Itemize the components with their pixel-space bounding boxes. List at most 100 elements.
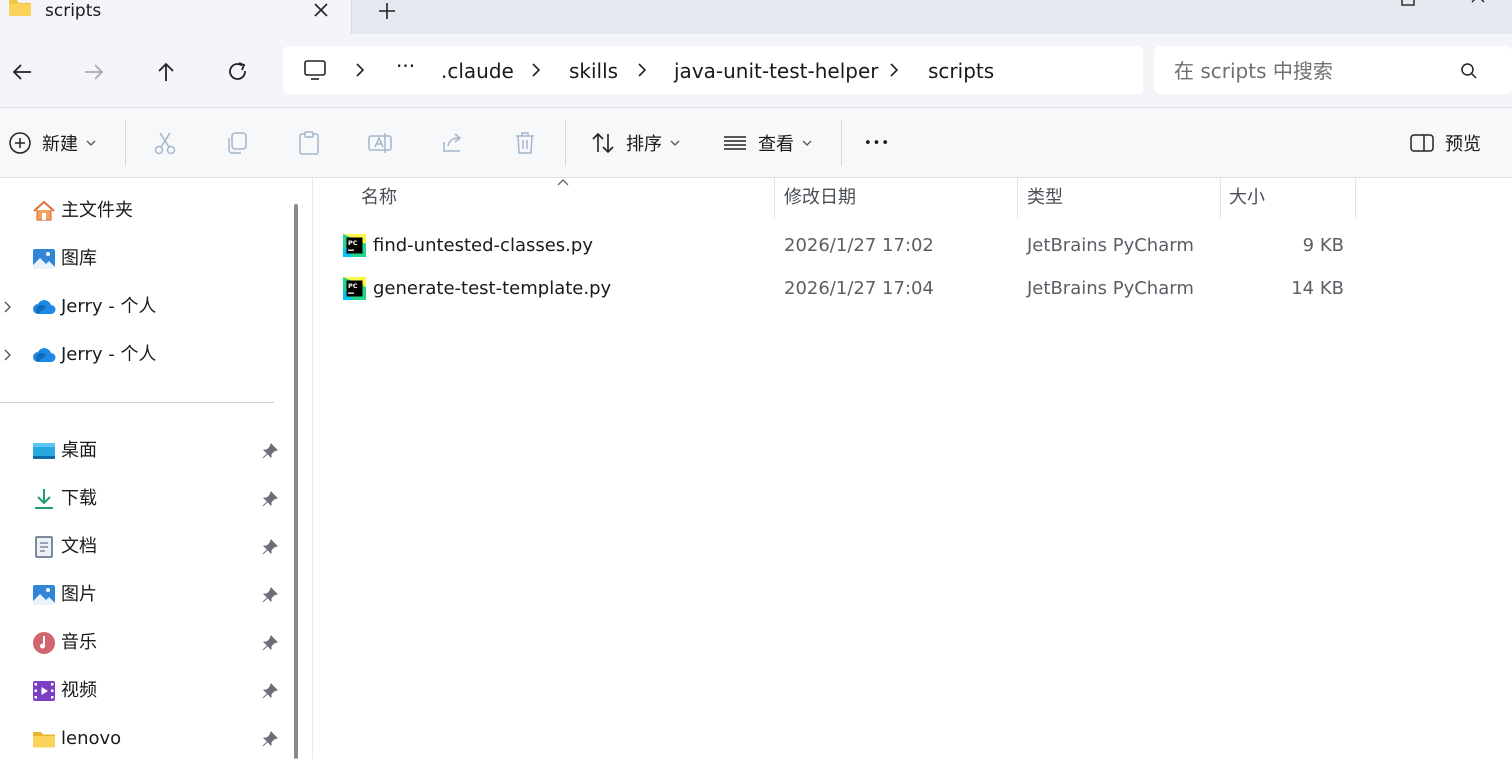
sidebar-item-documents[interactable]: 文档: [0, 525, 286, 569]
sidebar-item-music[interactable]: 音乐: [0, 621, 286, 665]
file-size: 9 KB: [1302, 235, 1344, 256]
view-button[interactable]: 查看: [722, 108, 812, 178]
desktop-icon: [33, 443, 55, 459]
sort-button-label: 排序: [626, 134, 662, 155]
home-icon: [33, 200, 55, 221]
search-box[interactable]: [1154, 46, 1512, 94]
breadcrumb-overflow[interactable]: ···: [396, 54, 415, 78]
column-divider[interactable]: [1220, 178, 1221, 218]
column-divider[interactable]: [1355, 178, 1356, 218]
chevron-down-icon: [670, 140, 680, 146]
file-row[interactable]: PC find-untested-classes.py 2026/1/27 17…: [313, 224, 1512, 267]
close-icon: [314, 3, 328, 17]
clipboard-icon: [299, 131, 319, 155]
share-icon: [443, 133, 462, 152]
folder-icon: [33, 732, 55, 748]
refresh-button[interactable]: [224, 58, 252, 86]
list-view-icon: [724, 136, 746, 150]
file-name: find-untested-classes.py: [373, 235, 593, 256]
file-row[interactable]: PC generate-test-template.py 2026/1/27 1…: [313, 267, 1512, 310]
sidebar-item-label: 下载: [61, 488, 97, 509]
sidebar-item-label: lenovo: [61, 728, 122, 749]
arrow-left-icon: [12, 64, 31, 80]
command-bar: 新建 排序 查看 ••• 预览: [0, 108, 1512, 178]
pin-icon[interactable]: [262, 635, 278, 651]
plus-circle-icon: [9, 132, 31, 154]
forward-button[interactable]: [80, 58, 108, 86]
column-header-size[interactable]: 大小: [1229, 178, 1265, 218]
sidebar-item-pictures[interactable]: 图片: [0, 573, 286, 617]
new-tab-button[interactable]: [376, 0, 398, 22]
breadcrumb-item-java-unit-test-helper[interactable]: java-unit-test-helper: [674, 59, 878, 83]
sidebar-item-videos[interactable]: 视频: [0, 669, 286, 713]
more-options-button[interactable]: •••: [864, 108, 890, 178]
sidebar-item-label: Jerry - 个人: [61, 344, 157, 365]
search-icon[interactable]: [1460, 62, 1478, 80]
file-size: 14 KB: [1291, 278, 1344, 299]
breadcrumb-item-claude[interactable]: .claude: [441, 59, 514, 83]
sidebar-item-label: 桌面: [61, 440, 97, 461]
up-button[interactable]: [152, 58, 180, 86]
restore-window-button[interactable]: [1400, 0, 1416, 6]
pin-icon[interactable]: [262, 539, 278, 555]
preview-pane-button[interactable]: 预览: [1409, 108, 1481, 178]
toolbar-divider: [125, 120, 126, 166]
column-header-name[interactable]: 名称: [361, 178, 397, 218]
chevron-right-icon: [356, 63, 365, 77]
breadcrumb-item-skills[interactable]: skills: [569, 59, 618, 83]
chevron-right-icon: [532, 63, 541, 77]
sidebar-scrollbar[interactable]: [294, 204, 298, 759]
chevron-right-icon[interactable]: [3, 348, 13, 362]
file-modified-date: 2026/1/27 17:04: [784, 278, 934, 299]
column-divider[interactable]: [1017, 178, 1018, 218]
chevron-right-icon[interactable]: [3, 300, 13, 314]
tab-scripts[interactable]: scripts: [0, 0, 352, 34]
folder-icon: [9, 0, 31, 16]
search-input[interactable]: [1174, 58, 1464, 84]
pin-icon[interactable]: [262, 491, 278, 507]
sidebar-item-home[interactable]: 主文件夹: [0, 189, 286, 233]
sort-button[interactable]: 排序: [590, 108, 680, 178]
sidebar-item-gallery[interactable]: 图库: [0, 237, 286, 281]
column-header-modified[interactable]: 修改日期: [784, 178, 856, 218]
navigation-bar: ··· .claude skills java-unit-test-helper…: [0, 34, 1512, 108]
paste-button[interactable]: [296, 108, 322, 178]
computer-icon: [304, 60, 326, 80]
arrow-right-icon: [85, 64, 104, 80]
sidebar-item-lenovo[interactable]: lenovo: [0, 717, 286, 761]
file-name: generate-test-template.py: [373, 278, 612, 299]
back-button[interactable]: [8, 58, 36, 86]
sidebar-item-label: 图库: [61, 248, 97, 269]
sidebar-item-label: 音乐: [61, 632, 97, 653]
download-icon: [35, 489, 53, 509]
new-button[interactable]: 新建: [8, 108, 96, 178]
cut-button[interactable]: [152, 108, 178, 178]
toolbar-divider: [841, 120, 842, 166]
column-divider[interactable]: [774, 178, 775, 218]
pin-icon[interactable]: [262, 731, 278, 747]
sidebar-item-downloads[interactable]: 下载: [0, 477, 286, 521]
sort-ascending-icon: [557, 179, 569, 186]
pin-icon[interactable]: [262, 443, 278, 459]
navigation-pane: 主文件夹 图库 Jerry - 个人 Jerry - 个人 桌面 下载 文档 图…: [0, 178, 286, 759]
sidebar-item-label: 主文件夹: [61, 200, 133, 221]
sidebar-item-onedrive[interactable]: Jerry - 个人: [0, 333, 286, 377]
rename-button[interactable]: [367, 108, 393, 178]
pin-icon[interactable]: [262, 587, 278, 603]
svg-text:PC: PC: [348, 282, 358, 290]
sidebar-item-desktop[interactable]: 桌面: [0, 429, 286, 473]
new-button-label: 新建: [42, 134, 78, 155]
address-bar[interactable]: ··· .claude skills java-unit-test-helper…: [283, 46, 1143, 94]
share-button[interactable]: [440, 108, 466, 178]
tab-close-button[interactable]: [310, 0, 332, 22]
breadcrumb-item-scripts[interactable]: scripts: [928, 59, 994, 83]
close-window-button[interactable]: [1470, 0, 1486, 4]
delete-button[interactable]: [512, 108, 538, 178]
column-header-type[interactable]: 类型: [1027, 178, 1063, 218]
file-type: JetBrains PyCharm: [1027, 235, 1194, 256]
file-type: JetBrains PyCharm: [1027, 278, 1194, 299]
copy-button[interactable]: [224, 108, 250, 178]
pin-icon[interactable]: [262, 683, 278, 699]
preview-pane-label: 预览: [1445, 134, 1481, 155]
sidebar-item-onedrive[interactable]: Jerry - 个人: [0, 285, 286, 329]
